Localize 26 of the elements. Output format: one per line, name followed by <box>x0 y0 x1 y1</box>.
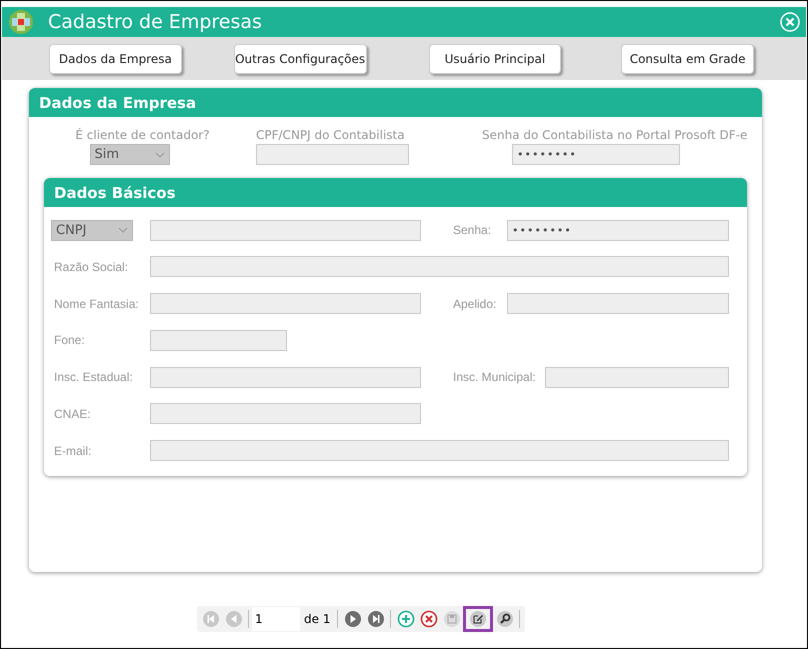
field-label: Insc. Municipal: <box>453 370 537 384</box>
field-label: CPF/CNPJ do Contabilista <box>256 127 405 144</box>
panel-title: Dados Básicos <box>54 184 176 202</box>
field-label: Senha: <box>453 223 492 237</box>
field-label: Apelido: <box>453 296 498 311</box>
page-count: de 1 <box>304 612 330 626</box>
chevron-down-icon <box>118 227 128 233</box>
panel-title: Dados da Empresa <box>39 94 196 112</box>
field-label: Nome Fantasia: <box>54 296 139 311</box>
field-label: CNAE: <box>54 406 91 421</box>
tab-button[interactable]: Consulta em Grade <box>621 44 754 74</box>
close-icon[interactable] <box>780 12 800 32</box>
window-title: Cadastro de Empresas <box>48 11 263 33</box>
edit-icon[interactable] <box>463 606 494 632</box>
tab-button[interactable]: Dados da Empresa <box>49 44 182 74</box>
field-label: Senha do Contabilista no Portal Prosoft DF-e <box>482 127 748 144</box>
field-label: Insc. Estadual: <box>54 370 133 384</box>
field-label: Fone: <box>54 333 85 348</box>
field-label: Razão Social: <box>54 260 128 274</box>
logo-icon <box>8 9 34 35</box>
page-field[interactable]: 1 <box>252 607 300 631</box>
field-label: É cliente de contador? <box>75 127 210 144</box>
tab-button[interactable]: Usuário Principal <box>428 44 562 74</box>
field-label: E-mail: <box>54 444 92 458</box>
tab-button[interactable]: Outras Configurações <box>234 44 366 74</box>
chevron-down-icon <box>154 152 164 158</box>
